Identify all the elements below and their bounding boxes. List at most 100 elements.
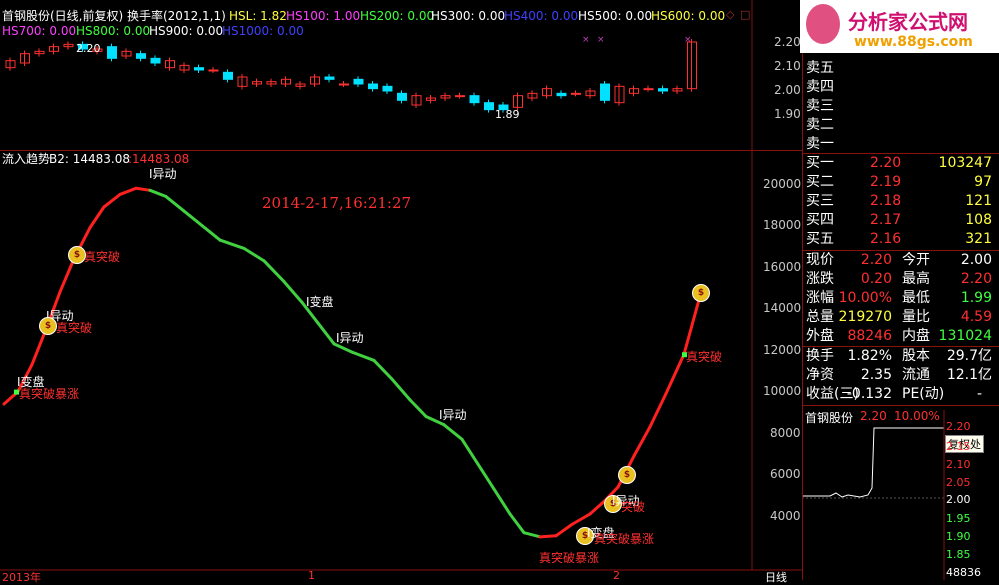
candle-body bbox=[136, 53, 146, 59]
buy-volume: 321 bbox=[965, 231, 992, 247]
stat-value: 2.35 bbox=[860, 367, 892, 383]
flow-axis-18000: 18000 bbox=[763, 218, 802, 232]
buy-row-5: 买五 2.16 321 bbox=[806, 230, 996, 249]
label-zhentupo-1: 真突破 bbox=[84, 250, 121, 264]
stat-value: 131024 bbox=[938, 328, 992, 344]
candle-body bbox=[397, 92, 407, 101]
panel-divider bbox=[0, 150, 802, 151]
flow-trend-line bbox=[460, 437, 480, 466]
stat-label: 今开 bbox=[902, 252, 930, 268]
stat-label: 流通 bbox=[902, 367, 930, 383]
flow-trend-line bbox=[58, 257, 76, 294]
mini-axis-205: 2.05 bbox=[946, 476, 971, 489]
flow-trend-line bbox=[164, 195, 186, 213]
stat-label: 最高 bbox=[902, 271, 930, 287]
flow-trend-line bbox=[316, 321, 336, 346]
stat-label: PE(动) bbox=[902, 386, 945, 402]
sell-row-1: 卖一 bbox=[806, 135, 996, 154]
label-baozhang-3: 真突破暴涨 bbox=[594, 532, 655, 546]
label-yidong-3: I异动 bbox=[439, 408, 467, 422]
flow-trend-line bbox=[554, 522, 574, 538]
logo-title: 分析家公式网 bbox=[848, 10, 968, 34]
stat-value: 4.59 bbox=[960, 309, 992, 325]
candle-body bbox=[469, 95, 480, 104]
stat-value: 88246 bbox=[847, 328, 892, 344]
label-baozhang-2: 真突破暴涨 bbox=[539, 551, 600, 565]
flow-axis-4000: 4000 bbox=[770, 509, 801, 523]
stat-value: 2.20 bbox=[860, 252, 892, 268]
flow-trend-line bbox=[218, 238, 246, 250]
flow-trend-line bbox=[508, 512, 526, 535]
label-baozhang-1: 真突破暴涨 bbox=[19, 387, 80, 401]
label-bianpan-2: I变盘 bbox=[306, 295, 334, 309]
buy-price: 2.19 bbox=[870, 174, 902, 190]
flow-trend-line bbox=[408, 398, 428, 418]
flow-axis-6000: 6000 bbox=[770, 467, 801, 481]
buy-row-4: 买四 2.17 108 bbox=[806, 211, 996, 230]
label-zhentupo-2: 真突破 bbox=[56, 321, 93, 335]
buy-price: 2.18 bbox=[870, 193, 902, 209]
kline-axis-220: 2.20 bbox=[774, 35, 801, 49]
stat-label: 总量 bbox=[806, 309, 834, 325]
sell-label: 卖五 bbox=[806, 60, 834, 76]
flow-trend-line bbox=[350, 350, 376, 362]
stat-label: 涨跌 bbox=[806, 271, 834, 287]
buy-label: 买四 bbox=[806, 212, 834, 228]
buy-volume: 121 bbox=[965, 193, 992, 209]
stat-value: 1.99 bbox=[960, 290, 992, 306]
mini-chart-price: 2.20 bbox=[860, 409, 887, 423]
stat-label: 股本 bbox=[902, 348, 930, 364]
flow-trend-line bbox=[134, 186, 152, 192]
flow-trend-line bbox=[88, 205, 106, 230]
buy-label: 买五 bbox=[806, 231, 834, 247]
sell-row-2: 卖二 bbox=[806, 116, 996, 135]
sell-row-3: 卖三 bbox=[806, 97, 996, 116]
buy-label: 买三 bbox=[806, 193, 834, 209]
buy-label: 买二 bbox=[806, 174, 834, 190]
flow-trend-line bbox=[102, 192, 122, 209]
money-bag-icon: $ bbox=[618, 466, 636, 484]
buy-price: 2.17 bbox=[870, 212, 902, 228]
sell-row-4: 卖四 bbox=[806, 78, 996, 97]
flow-axis-12000: 12000 bbox=[763, 343, 802, 357]
flow-trend-line bbox=[282, 280, 304, 304]
logo-badge[interactable]: 分析家公式网 www.88gs.com bbox=[800, 0, 999, 53]
label-yidong-top: I异动 bbox=[149, 167, 177, 181]
kline-high-mark: 2.20 bbox=[76, 42, 101, 55]
period-label[interactable]: 日线 bbox=[765, 569, 787, 585]
stat-value: -0.132 bbox=[846, 386, 892, 402]
buy-price: 2.16 bbox=[870, 231, 902, 247]
flow-trend-line bbox=[522, 531, 542, 539]
stat-row: 涨跌 0.20 最高 2.20 bbox=[806, 270, 996, 289]
flow-trend-line bbox=[372, 358, 394, 381]
mini-axis-215: 2.15 bbox=[946, 440, 971, 453]
stat-row: 净资 2.35 流通 12.1亿 bbox=[806, 366, 996, 385]
stat-row: 现价 2.20 今开 2.00 bbox=[806, 251, 996, 270]
kline-axis-200: 2.00 bbox=[774, 83, 801, 97]
mini-axis-220: 2.20 bbox=[946, 420, 971, 433]
flow-trend-line bbox=[476, 462, 496, 491]
stat-label: 涨幅 bbox=[806, 290, 834, 306]
candle-body bbox=[600, 83, 610, 101]
label-yidong-2: I异动 bbox=[336, 331, 364, 345]
logo-icon bbox=[806, 4, 840, 44]
candle-body bbox=[107, 46, 117, 59]
candle-body bbox=[658, 88, 668, 92]
stat-value: 2.20 bbox=[960, 271, 992, 287]
buy-volume: 97 bbox=[974, 174, 992, 190]
label-zhentupo-3: 突破 bbox=[621, 500, 646, 514]
flow-axis-16000: 16000 bbox=[763, 260, 802, 274]
stat-value: 29.7亿 bbox=[946, 348, 992, 364]
flow-trend-line bbox=[390, 377, 412, 402]
sell-label: 卖三 bbox=[806, 98, 834, 114]
candle-body bbox=[339, 83, 349, 86]
candle-body bbox=[150, 57, 161, 64]
flow-axis-10000: 10000 bbox=[763, 384, 802, 398]
candle-body bbox=[324, 76, 335, 80]
axis-mark-1: 1 bbox=[308, 569, 315, 582]
stat-row: 涨幅 10.00% 最低 1.99 bbox=[806, 289, 996, 308]
stat-value: 2.00 bbox=[960, 252, 992, 268]
flow-trend-line bbox=[200, 224, 222, 242]
mini-price-line bbox=[803, 427, 944, 498]
quote-panel-border bbox=[802, 0, 803, 580]
